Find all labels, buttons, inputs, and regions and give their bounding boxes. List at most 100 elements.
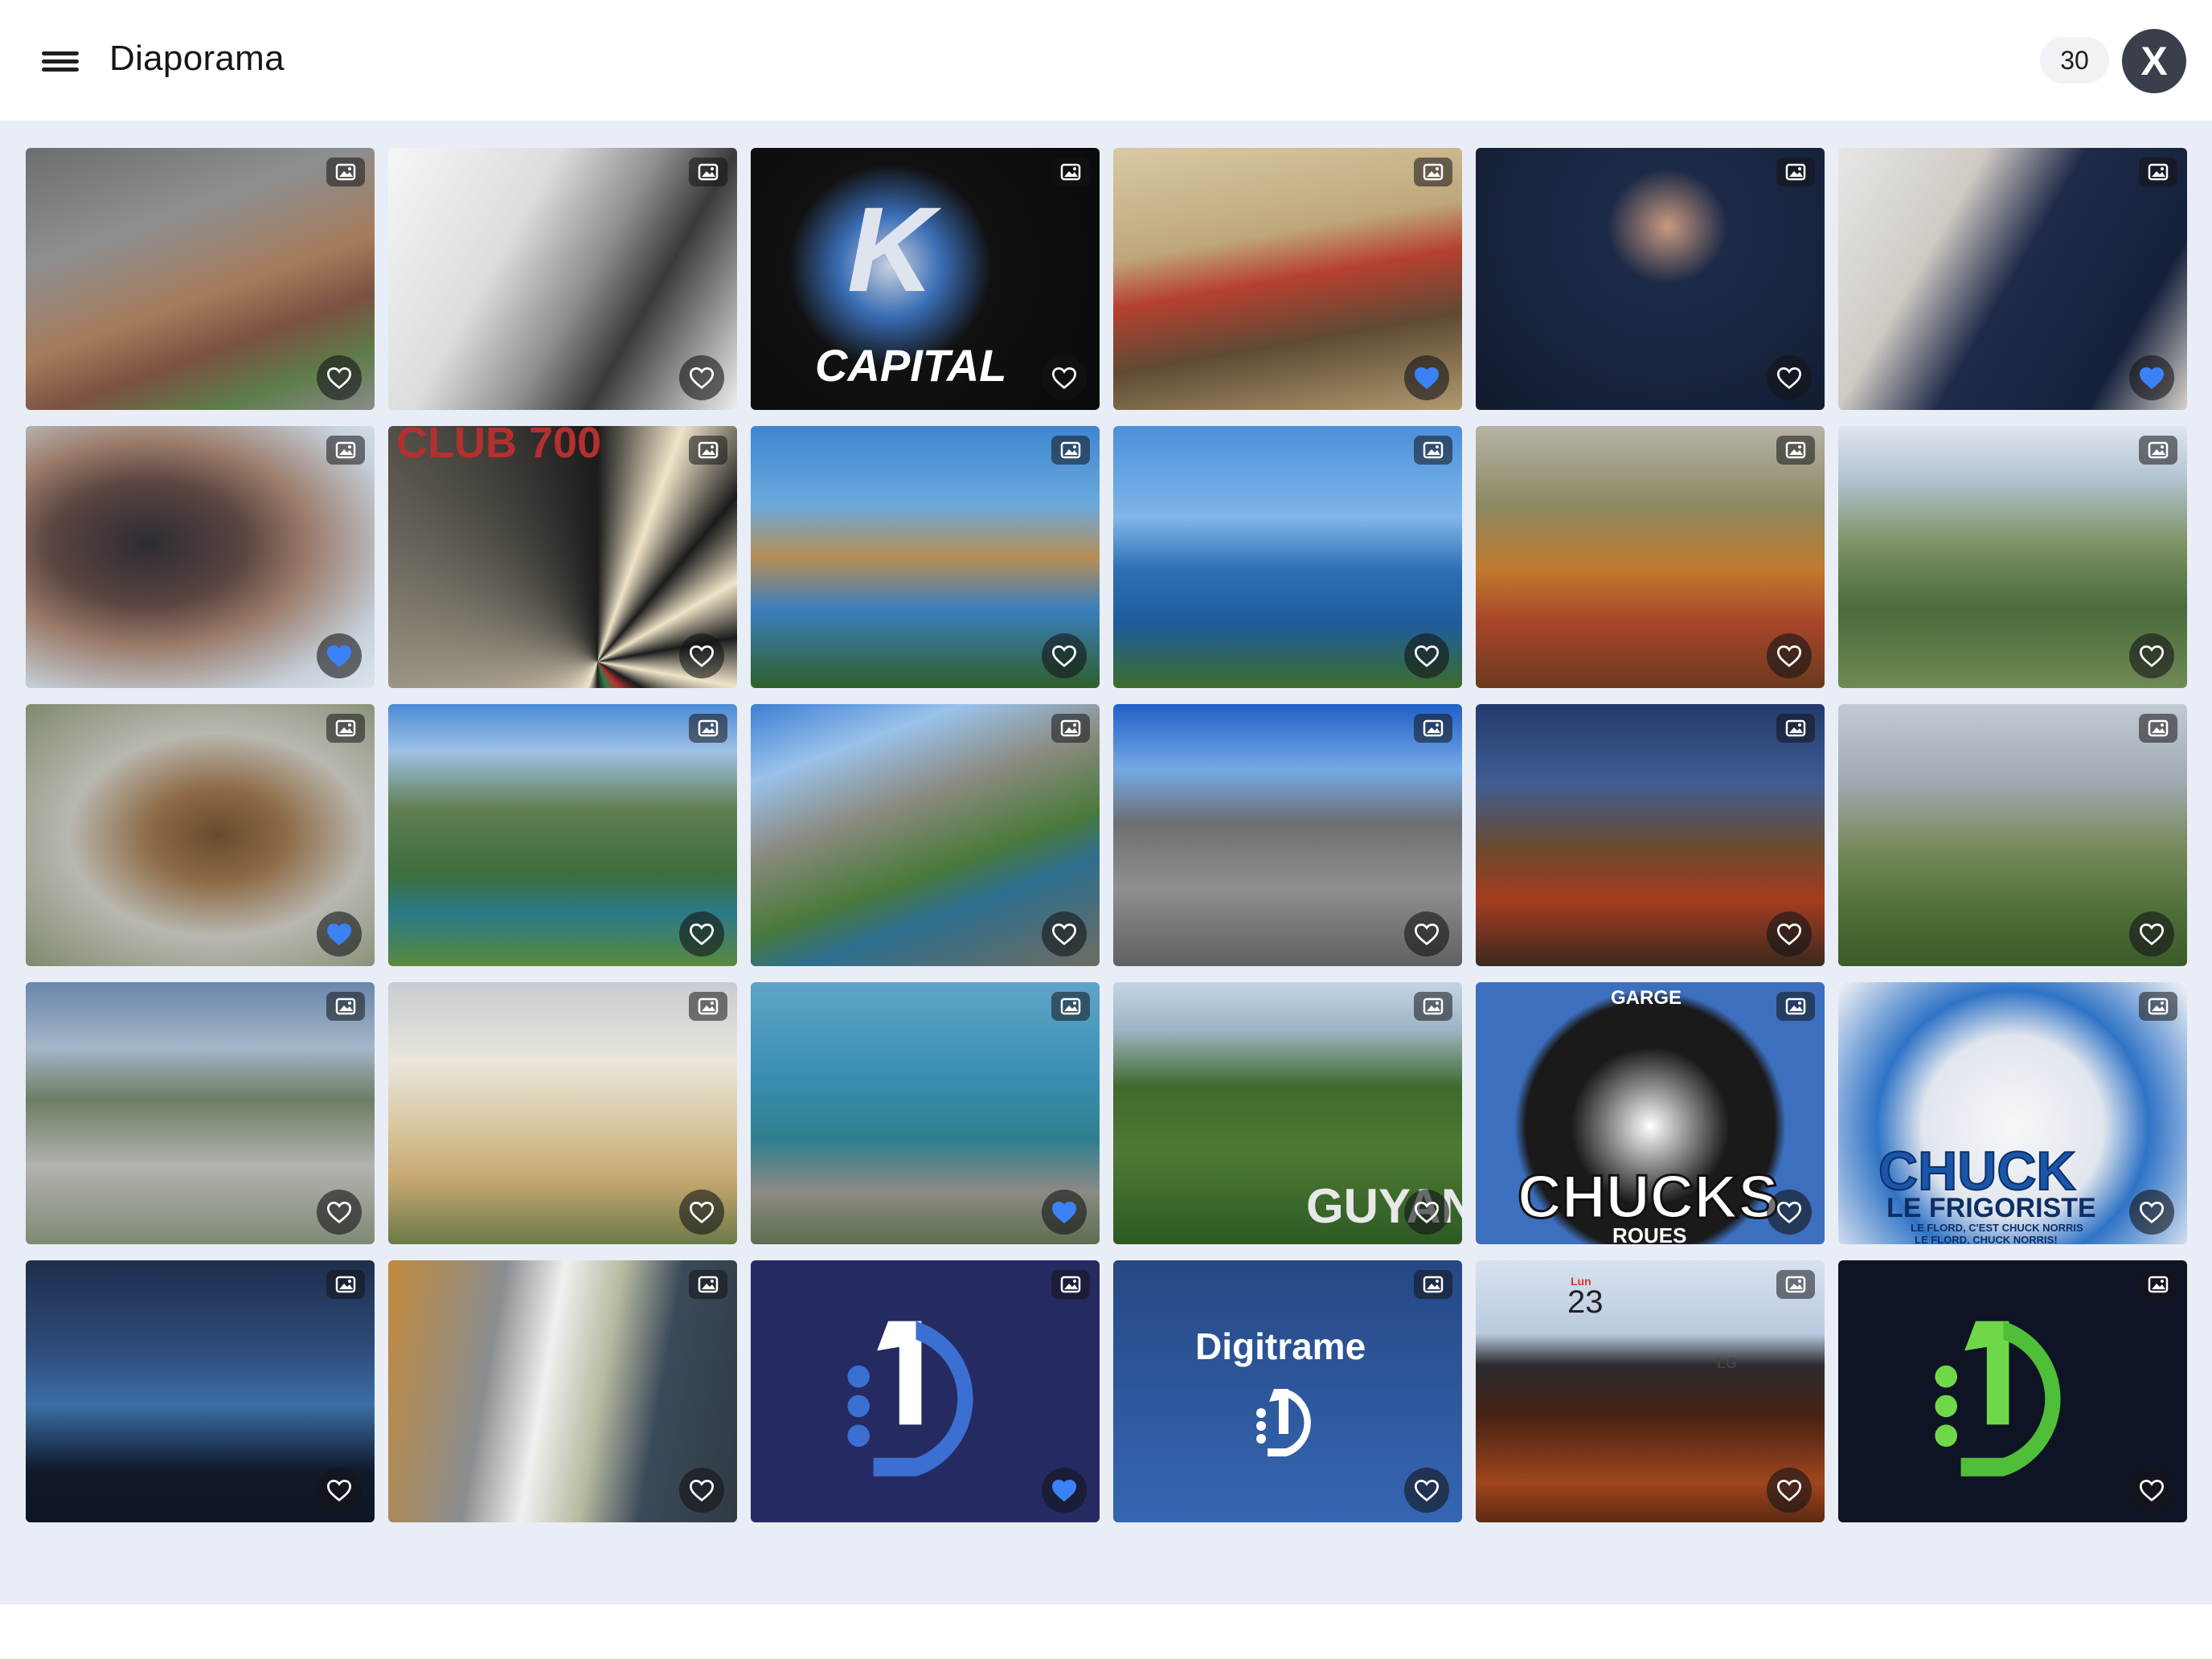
image-type-icon bbox=[689, 714, 727, 743]
favorite-heart-icon[interactable] bbox=[1767, 1190, 1812, 1235]
favorite-heart-icon[interactable] bbox=[1042, 633, 1087, 678]
photo-tile[interactable] bbox=[26, 1260, 375, 1522]
image-type-icon bbox=[689, 436, 727, 465]
photo-tile[interactable] bbox=[751, 982, 1100, 1244]
favorite-heart-icon[interactable] bbox=[1767, 633, 1812, 678]
photo-tile[interactable] bbox=[1113, 704, 1462, 966]
photo-tile[interactable]: Lun 23 LG bbox=[1476, 1260, 1825, 1522]
image-type-icon bbox=[2139, 1270, 2177, 1299]
favorite-heart-icon[interactable] bbox=[1404, 911, 1449, 956]
favorite-heart-icon[interactable] bbox=[1042, 355, 1087, 400]
photo-tile[interactable] bbox=[1476, 704, 1825, 966]
photo-tile[interactable] bbox=[26, 704, 375, 966]
favorite-heart-icon[interactable] bbox=[679, 1468, 724, 1513]
digitrame-logo-icon bbox=[1935, 1321, 2061, 1477]
footer-strip bbox=[0, 1604, 2212, 1659]
photo-tile[interactable]: Digitrame bbox=[1113, 1260, 1462, 1522]
photo-tile[interactable] bbox=[26, 982, 375, 1244]
photo-tile[interactable] bbox=[1113, 426, 1462, 688]
favorite-heart-icon[interactable] bbox=[1767, 355, 1812, 400]
photo-tile[interactable] bbox=[26, 148, 375, 410]
image-type-icon bbox=[326, 1270, 365, 1299]
menu-icon[interactable] bbox=[42, 47, 79, 76]
image-type-icon bbox=[2139, 714, 2177, 743]
favorite-heart-filled-icon[interactable] bbox=[317, 633, 362, 678]
photo-tile[interactable] bbox=[751, 426, 1100, 688]
favorite-heart-icon[interactable] bbox=[679, 633, 724, 678]
photo-tile[interactable] bbox=[388, 1260, 737, 1522]
favorite-heart-filled-icon[interactable] bbox=[2129, 355, 2174, 400]
image-type-icon bbox=[1051, 714, 1090, 743]
photo-tile[interactable] bbox=[388, 148, 737, 410]
favorite-heart-icon[interactable] bbox=[1404, 633, 1449, 678]
gallery-area: K CAPITAL CLUB 700 GUYAN GARGE CHUCKS RO… bbox=[0, 122, 2212, 1604]
photo-tile[interactable]: CHUCK LE FRIGORISTE LE FLORD, C'EST CHUC… bbox=[1838, 982, 2187, 1244]
image-type-icon bbox=[689, 992, 727, 1021]
favorite-heart-icon[interactable] bbox=[1404, 1468, 1449, 1513]
photo-tile[interactable] bbox=[26, 426, 375, 688]
favorite-heart-icon[interactable] bbox=[1767, 911, 1812, 956]
photo-tile[interactable]: CLUB 700 bbox=[388, 426, 737, 688]
image-type-icon bbox=[326, 992, 365, 1021]
photo-count-badge: 30 bbox=[2040, 37, 2109, 84]
image-type-icon bbox=[326, 714, 365, 743]
image-type-icon bbox=[1776, 436, 1815, 465]
favorite-heart-icon[interactable] bbox=[317, 355, 362, 400]
favorite-heart-icon[interactable] bbox=[1767, 1468, 1812, 1513]
image-type-icon bbox=[1051, 992, 1090, 1021]
tile-overlay-text: LE FLORD, CHUCK NORRIS! bbox=[1915, 1234, 2058, 1244]
tile-overlay-text: GARGE bbox=[1611, 987, 1682, 1009]
image-type-icon bbox=[1776, 992, 1815, 1021]
favorite-heart-icon[interactable] bbox=[317, 1468, 362, 1513]
image-type-icon bbox=[689, 158, 727, 186]
photo-tile[interactable] bbox=[1476, 148, 1825, 410]
photo-tile[interactable]: GARGE CHUCKS ROUES bbox=[1476, 982, 1825, 1244]
photo-tile[interactable] bbox=[1838, 1260, 2187, 1522]
image-type-icon bbox=[1051, 158, 1090, 186]
close-icon: X bbox=[2140, 39, 2168, 84]
tile-overlay-text: 23 bbox=[1567, 1284, 1604, 1320]
image-type-icon bbox=[1051, 1270, 1090, 1299]
image-type-icon bbox=[1414, 992, 1452, 1021]
image-type-icon bbox=[1776, 1270, 1815, 1299]
photo-tile[interactable] bbox=[1838, 148, 2187, 410]
favorite-heart-filled-icon[interactable] bbox=[1404, 355, 1449, 400]
favorite-heart-icon[interactable] bbox=[679, 1190, 724, 1235]
image-type-icon bbox=[326, 436, 365, 465]
favorite-heart-icon[interactable] bbox=[2129, 1190, 2174, 1235]
favorite-heart-icon[interactable] bbox=[317, 1190, 362, 1235]
photo-tile[interactable]: K CAPITAL bbox=[751, 148, 1100, 410]
favorite-heart-filled-icon[interactable] bbox=[1042, 1468, 1087, 1513]
favorite-heart-icon[interactable] bbox=[1404, 1190, 1449, 1235]
photo-tile[interactable] bbox=[1113, 148, 1462, 410]
photo-tile[interactable] bbox=[1838, 426, 2187, 688]
favorite-heart-icon[interactable] bbox=[679, 355, 724, 400]
image-type-icon bbox=[2139, 436, 2177, 465]
favorite-heart-filled-icon[interactable] bbox=[1042, 1190, 1087, 1235]
favorite-heart-filled-icon[interactable] bbox=[317, 911, 362, 956]
image-type-icon bbox=[689, 1270, 727, 1299]
image-type-icon bbox=[1414, 1270, 1452, 1299]
image-type-icon bbox=[1414, 158, 1452, 186]
tile-overlay-text: Digitrame bbox=[1195, 1325, 1366, 1367]
favorite-heart-icon[interactable] bbox=[2129, 1468, 2174, 1513]
digitrame-logo-icon bbox=[847, 1321, 973, 1477]
photo-tile[interactable] bbox=[388, 982, 737, 1244]
favorite-heart-icon[interactable] bbox=[1042, 911, 1087, 956]
image-type-icon bbox=[1414, 714, 1452, 743]
photo-tile[interactable] bbox=[388, 704, 737, 966]
close-button[interactable]: X bbox=[2122, 29, 2186, 93]
tile-overlay-text: ROUES bbox=[1612, 1223, 1687, 1244]
tile-overlay-text: LE FRIGORISTE bbox=[1886, 1193, 2096, 1223]
photo-tile[interactable] bbox=[751, 704, 1100, 966]
image-type-icon bbox=[326, 158, 365, 186]
favorite-heart-icon[interactable] bbox=[679, 911, 724, 956]
photo-tile[interactable] bbox=[751, 1260, 1100, 1522]
favorite-heart-icon[interactable] bbox=[2129, 633, 2174, 678]
favorite-heart-icon[interactable] bbox=[2129, 911, 2174, 956]
image-type-icon bbox=[1051, 436, 1090, 465]
photo-tile[interactable] bbox=[1838, 704, 2187, 966]
photo-tile[interactable]: GUYAN bbox=[1113, 982, 1462, 1244]
tile-overlay-text: LG bbox=[1717, 1355, 1737, 1371]
photo-tile[interactable] bbox=[1476, 426, 1825, 688]
